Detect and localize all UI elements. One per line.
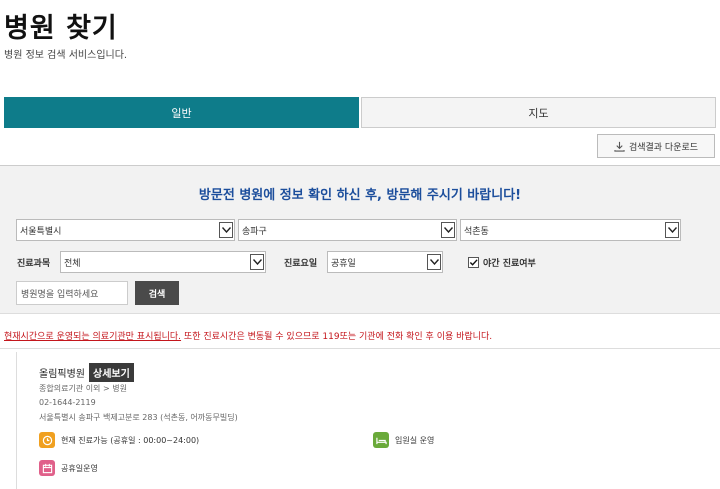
holiday-status: 공휴일운영: [61, 463, 98, 473]
calendar-icon: [39, 460, 55, 476]
hours-status: 현재 진료가능 (공휴일 : 00:00~24:00): [61, 435, 200, 445]
sigungu-select[interactable]: 송파구: [238, 219, 457, 241]
search-button[interactable]: 검색: [135, 281, 179, 305]
inpatient-status: 입원실 운영: [395, 435, 435, 445]
night-care-checkbox[interactable]: 야간 진료여부: [468, 256, 536, 269]
warning-rest: 또한 진료시간은 변동될 수 있으므로 119또는 기관에 전화 확인 후 이용…: [181, 332, 493, 342]
hospital-address: 서울특별시 송파구 백제고분로 283 (석촌동, 어까동무빌딩): [39, 413, 238, 422]
chevron-down-icon: [427, 254, 441, 270]
operating-warning: 현재시간으로 운영되는 의료기관만 표시됩니다. 또한 진료시간은 변동될 수 …: [4, 329, 492, 342]
chevron-down-icon: [250, 254, 264, 270]
hospital-phone: 02-1644-2119: [39, 398, 96, 407]
detail-button[interactable]: 상세보기: [89, 363, 134, 382]
day-select[interactable]: 공휴일: [327, 251, 443, 273]
view-tabs: 일반 지도: [4, 97, 716, 128]
download-results-button[interactable]: 검색결과 다운로드: [597, 134, 715, 158]
divider: [0, 348, 720, 349]
department-value: 전체: [64, 258, 81, 269]
hours-badge: 현재 진료가능 (공휴일 : 00:00~24:00): [39, 432, 199, 448]
warning-underlined: 현재시간으로 운영되는 의료기관만 표시됩니다.: [4, 332, 182, 342]
page-subtitle: 병원 정보 검색 서비스입니다.: [4, 50, 128, 61]
checkbox-box[interactable]: [468, 257, 479, 268]
holiday-badge: 공휴일운영: [39, 460, 98, 476]
department-label: 진료과목: [17, 259, 51, 269]
dong-value: 석촌동: [464, 226, 489, 237]
sigungu-value: 송파구: [242, 226, 267, 237]
hospital-category: 종합의료기관 이외 > 병원: [39, 384, 127, 393]
chevron-down-icon: [441, 222, 455, 238]
search-panel: 방문전 병원에 정보 확인 하신 후, 방문해 주시기 바랍니다! 서울특별시 …: [0, 165, 720, 314]
chevron-down-icon: [219, 222, 233, 238]
download-icon: [614, 141, 625, 152]
result-item: 올림픽병원 상세보기 종합의료기관 이외 > 병원 02-1644-2119 서…: [16, 352, 716, 489]
night-care-label: 야간 진료여부: [483, 259, 536, 269]
tab-map[interactable]: 지도: [361, 97, 716, 128]
visit-notice: 방문전 병원에 정보 확인 하신 후, 방문해 주시기 바랍니다!: [198, 188, 522, 203]
page-title: 병원 찾기: [4, 13, 118, 44]
inpatient-badge: 입원실 운영: [373, 432, 434, 448]
clock-icon: [39, 432, 55, 448]
hospital-name-row: 올림픽병원 상세보기: [39, 363, 134, 382]
department-select[interactable]: 전체: [60, 251, 266, 273]
chevron-down-icon: [665, 222, 679, 238]
sido-select[interactable]: 서울특별시: [16, 219, 235, 241]
hospital-name-input[interactable]: 병원명을 입력하세요: [16, 281, 128, 305]
check-icon: [469, 259, 478, 266]
dong-select[interactable]: 석촌동: [460, 219, 681, 241]
download-label: 검색결과 다운로드: [628, 142, 699, 153]
bed-icon: [373, 432, 389, 448]
hospital-name[interactable]: 올림픽병원: [39, 365, 85, 380]
sido-value: 서울특별시: [20, 226, 62, 237]
day-label: 진료요일: [284, 259, 318, 269]
day-value: 공휴일: [331, 258, 356, 269]
tab-general[interactable]: 일반: [4, 97, 359, 128]
